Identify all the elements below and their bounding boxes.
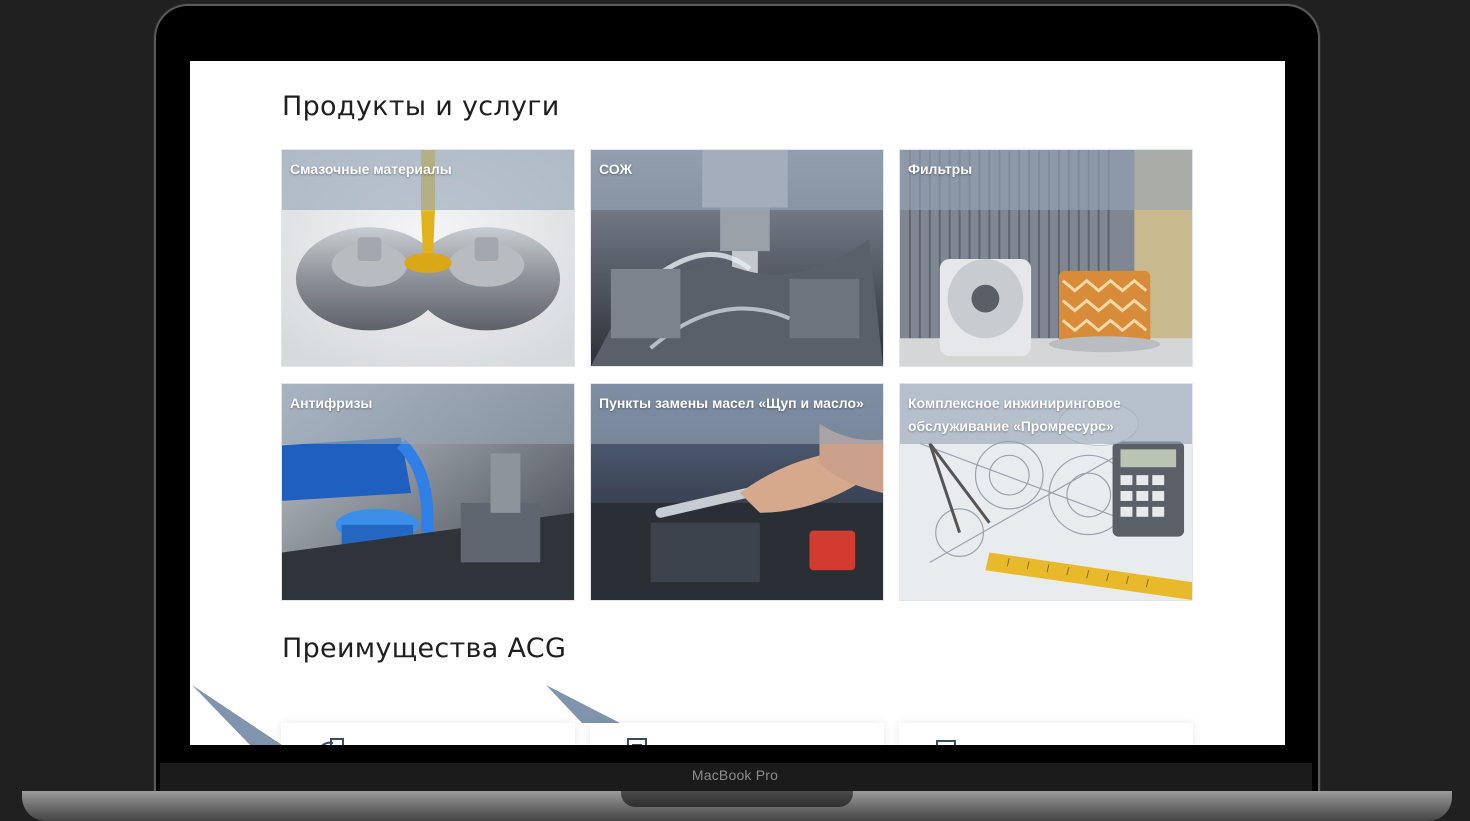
card-label: Антифризы bbox=[290, 395, 373, 411]
laptop-notch bbox=[621, 791, 853, 807]
product-card-engineering[interactable]: Комплексное инжиниринговое обслуживание … bbox=[899, 383, 1193, 601]
document-icon bbox=[627, 738, 647, 745]
advantage-card bbox=[281, 723, 575, 745]
products-grid: Смазочные материалы СОЖ Фильтры Антифриз… bbox=[281, 149, 1193, 601]
product-card-coolant[interactable]: СОЖ bbox=[590, 149, 884, 367]
product-card-antifreeze[interactable]: Антифризы bbox=[281, 383, 575, 601]
product-card-filters[interactable]: Фильтры bbox=[899, 149, 1193, 367]
laptop-model-label: MacBook Pro bbox=[691, 767, 779, 783]
document-icon bbox=[321, 738, 344, 745]
card-label: Комплексное инжиниринговое обслуживание … bbox=[908, 395, 1121, 434]
card-label: Фильтры bbox=[908, 161, 973, 177]
advantage-card bbox=[590, 723, 884, 745]
product-card-lubricants[interactable]: Смазочные материалы bbox=[281, 149, 575, 367]
card-label: Пункты замены масел «Щуп и масло» bbox=[599, 395, 864, 411]
browser-viewport[interactable]: Продукты и услуги Смазочные материалы СО… bbox=[190, 61, 1285, 745]
products-section-title: Продукты и услуги bbox=[282, 91, 560, 122]
card-label: СОЖ bbox=[599, 161, 633, 177]
document-icon bbox=[936, 740, 956, 745]
advantage-card bbox=[899, 723, 1193, 745]
product-card-oil-change[interactable]: Пункты замены масел «Щуп и масло» bbox=[590, 383, 884, 601]
advantages-section-title: Преимущества ACG bbox=[282, 633, 567, 664]
card-label: Смазочные материалы bbox=[290, 161, 452, 177]
